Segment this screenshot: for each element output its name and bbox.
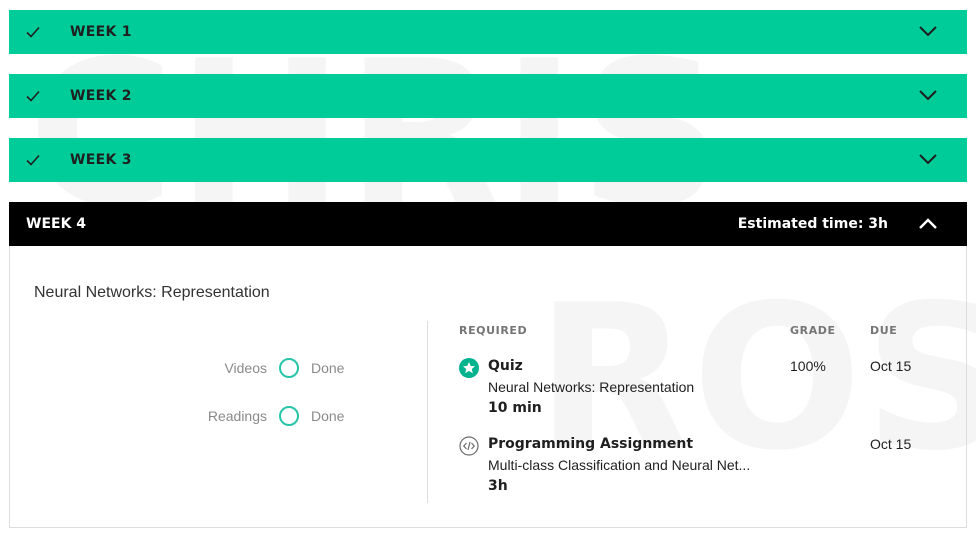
quiz-grade: 100%	[790, 358, 826, 374]
week-label: WEEK 3	[70, 152, 132, 168]
column-divider	[427, 321, 428, 503]
checkmark-icon	[26, 26, 40, 38]
assignment-due-date: Oct 15	[870, 436, 912, 452]
estimated-time: Estimated time: 3h	[737, 216, 888, 232]
week-4-panel: Neural Networks: Representation Videos D…	[9, 246, 967, 528]
week-2-bar[interactable]: WEEK 2	[9, 74, 967, 118]
quiz-due-date: Oct 15	[870, 358, 912, 374]
item-type[interactable]: Programming Assignment	[488, 436, 693, 452]
week-4-header[interactable]: WEEK 4 Estimated time: 3h	[9, 202, 967, 246]
progress-label: Readings	[207, 408, 267, 424]
progress-ring-icon	[279, 406, 299, 426]
checkmark-icon	[26, 90, 40, 102]
chevron-down-icon[interactable]	[919, 152, 937, 166]
progress-row-readings: Readings Done	[187, 406, 344, 426]
week-label: WEEK 2	[70, 88, 132, 104]
chevron-down-icon[interactable]	[919, 24, 937, 38]
column-header-grade: GRADE	[790, 324, 836, 337]
column-header-required: REQUIRED	[459, 324, 528, 337]
item-title[interactable]: Multi-class Classification and Neural Ne…	[488, 457, 750, 473]
progress-row-videos: Videos Done	[187, 358, 344, 378]
module-title: Neural Networks: Representation	[34, 284, 270, 301]
checkmark-icon	[26, 154, 40, 166]
item-type[interactable]: Quiz	[488, 358, 523, 374]
chevron-up-icon[interactable]	[919, 217, 937, 231]
code-icon	[459, 436, 479, 456]
progress-status: Done	[311, 360, 345, 376]
column-header-due: DUE	[870, 324, 898, 337]
week-1-bar[interactable]: WEEK 1	[9, 10, 967, 54]
item-time: 10 min	[488, 400, 542, 416]
week-label: WEEK 4	[26, 216, 87, 232]
progress-label: Videos	[224, 360, 267, 376]
item-title[interactable]: Neural Networks: Representation	[488, 379, 694, 395]
week-label: WEEK 1	[70, 24, 132, 40]
progress-ring-icon	[279, 358, 299, 378]
progress-status: Done	[311, 408, 345, 424]
star-badge-icon	[459, 358, 479, 378]
chevron-down-icon[interactable]	[919, 88, 937, 102]
week-3-bar[interactable]: WEEK 3	[9, 138, 967, 182]
item-time: 3h	[488, 478, 508, 494]
